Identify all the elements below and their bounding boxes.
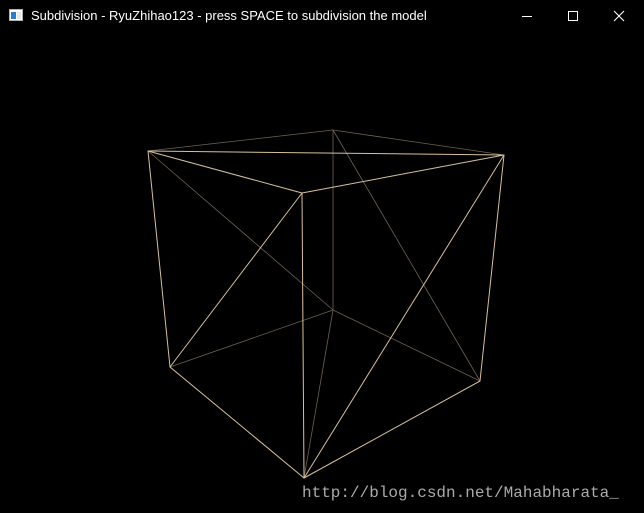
- wire-edge: [332, 309, 481, 382]
- wireframe-model: [147, 129, 505, 479]
- wire-edge: [301, 154, 505, 194]
- opengl-window-icon: [9, 9, 23, 21]
- wire-edge: [303, 154, 505, 479]
- wire-edge: [301, 192, 305, 479]
- wire-edge: [147, 150, 303, 194]
- wire-edge: [303, 380, 481, 479]
- close-button[interactable]: [596, 0, 642, 31]
- title-bar[interactable]: Subdivision - RyuZhihao123 - press SPACE…: [0, 0, 644, 31]
- window-title: Subdivision - RyuZhihao123 - press SPACE…: [31, 8, 427, 23]
- wire-edge: [479, 154, 505, 382]
- wire-edge: [147, 150, 334, 311]
- watermark-url: http://blog.csdn.net/Mahabharata_: [302, 484, 619, 502]
- maximize-button[interactable]: [550, 0, 596, 31]
- wire-edge: [147, 150, 505, 156]
- minimize-icon: [522, 15, 532, 17]
- wire-edge: [332, 129, 505, 156]
- wire-edge: [147, 150, 171, 368]
- wire-edge: [303, 309, 334, 479]
- maximize-icon: [568, 10, 578, 21]
- minimize-button[interactable]: [504, 0, 550, 31]
- wire-edge: [169, 366, 305, 479]
- opengl-viewport[interactable]: [0, 31, 644, 513]
- wire-edge: [332, 129, 481, 382]
- close-icon: [613, 10, 625, 21]
- wire-edge: [169, 192, 303, 368]
- app-window: Subdivision - RyuZhihao123 - press SPACE…: [0, 0, 644, 513]
- wire-edge: [147, 129, 334, 152]
- wire-edge: [169, 309, 334, 368]
